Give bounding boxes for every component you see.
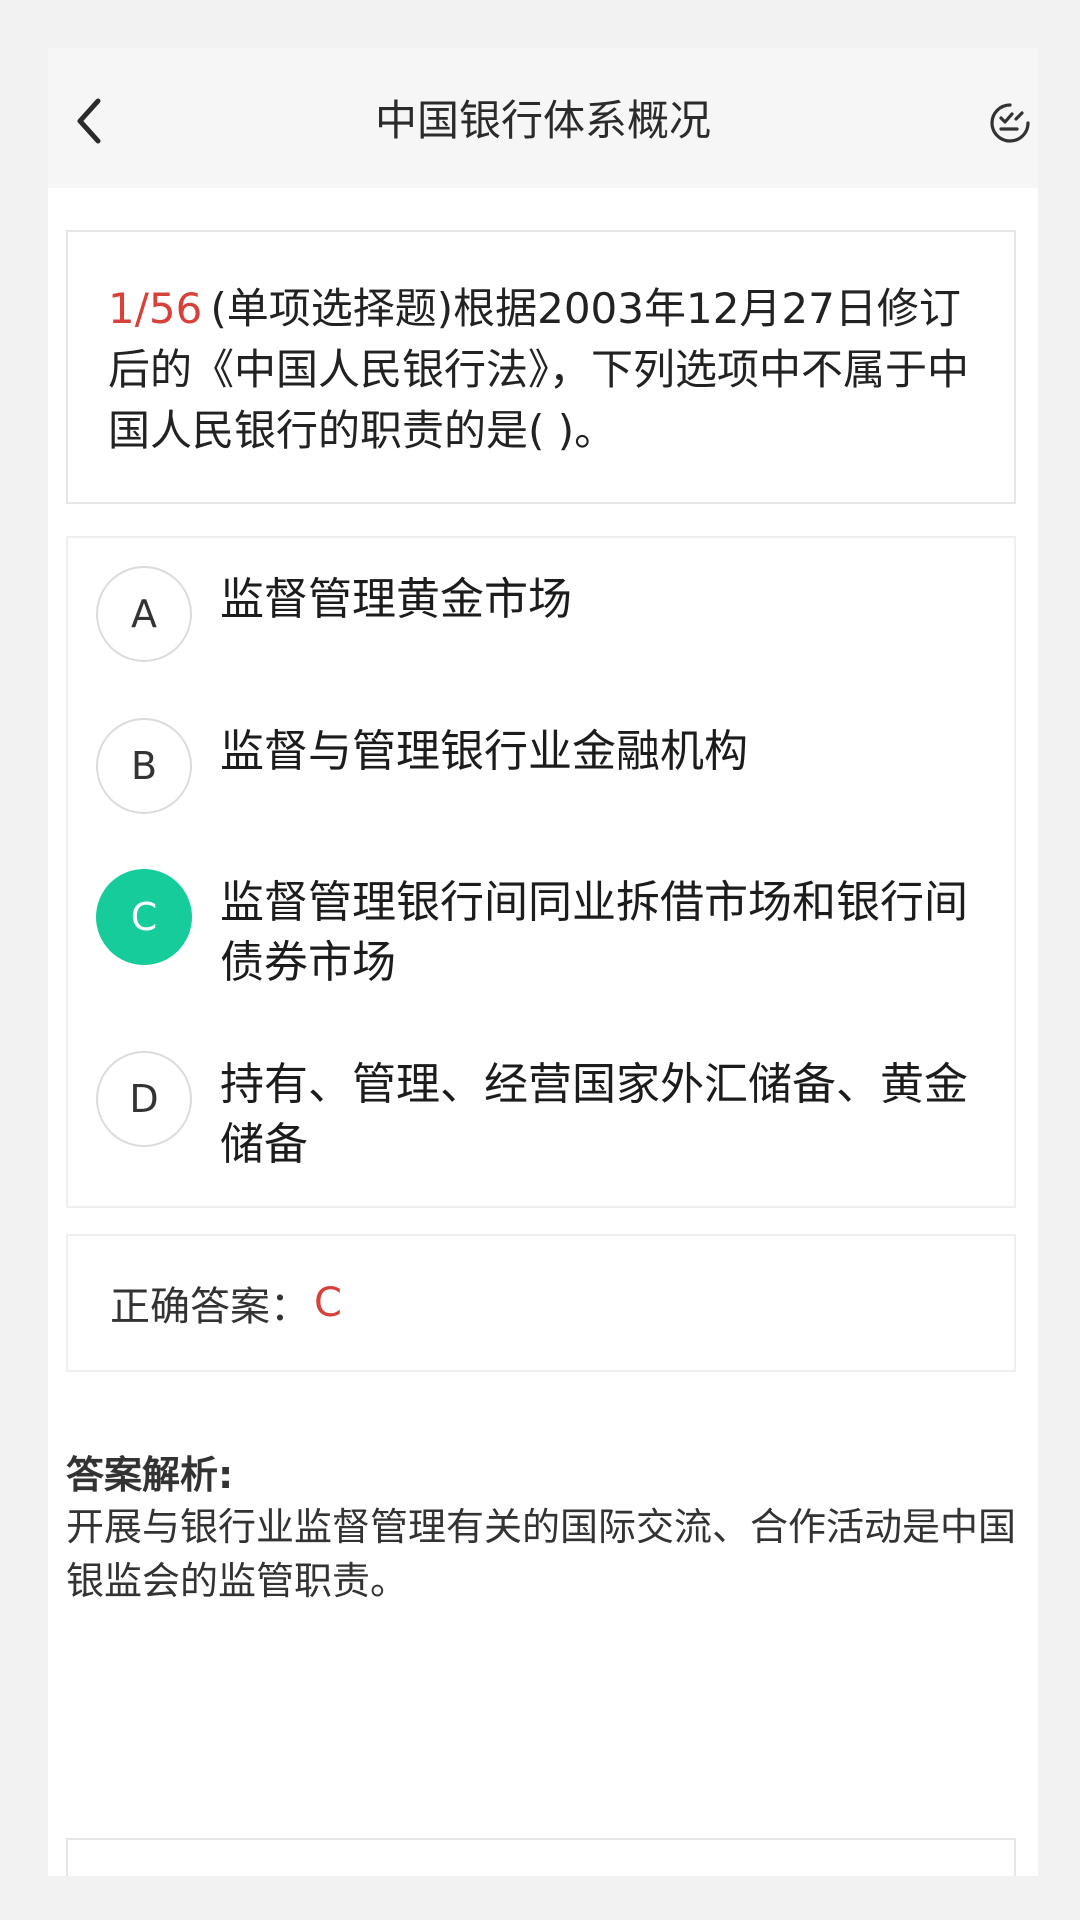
page-title: 中国银行体系概况 [374, 96, 711, 145]
answer-analysis: 答案解析: 开展与银行业监督管理有关的国际交流、合作活动是中国银监会的监管职责。 [66, 1450, 1016, 1608]
option-letter-badge: B [96, 718, 192, 814]
correct-answer-value: C [314, 1280, 342, 1326]
question-card: 1/56 (单项选择题)根据2003年12月27日修订后的《中国人民银行法》，下列… [66, 230, 1016, 504]
chevron-left-icon [77, 98, 101, 144]
analysis-title: 答案解析: [66, 1453, 234, 1497]
option-letter-badge-selected: C [96, 869, 192, 965]
analysis-body: 开展与银行业监督管理有关的国际交流、合作活动是中国银监会的监管职责。 [66, 1505, 1017, 1603]
back-button[interactable] [62, 94, 116, 148]
option-letter-badge: A [96, 566, 192, 662]
check-list-icon [990, 103, 1030, 143]
options-list: A 监督管理黄金市场 B 监督与管理银行业金融机构 C 监督管理银行间同业拆借市… [66, 536, 1016, 1208]
option-letter-badge: D [96, 1051, 192, 1147]
option-text: 监督管理银行间同业拆借市场和银行间债券市场 [220, 877, 968, 988]
correct-answer-label: 正确答案： [110, 1284, 310, 1330]
question-stem: (单项选择题)根据2003年12月27日修订后的《中国人民银行法》，下列选项中不… [108, 284, 970, 455]
app-frame: 中国银行体系概况 1/56 (单项选择题)根据2003年12月27日修订后的《中国… [48, 48, 1038, 1876]
answer-sheet-button[interactable] [988, 101, 1032, 145]
option-text: 监督与管理银行业金融机构 [220, 726, 748, 777]
bottom-toolbar [66, 1838, 1016, 1876]
header-bar: 中国银行体系概况 [48, 48, 1038, 188]
question-text-block: 1/56 (单项选择题)根据2003年12月27日修订后的《中国人民银行法》，下列… [108, 278, 978, 461]
option-text: 持有、管理、经营国家外汇储备、黄金储备 [220, 1059, 968, 1170]
question-number: 1/56 [108, 284, 203, 333]
option-text: 监督管理黄金市场 [220, 574, 572, 625]
correct-answer-card: 正确答案： C [66, 1234, 1016, 1372]
